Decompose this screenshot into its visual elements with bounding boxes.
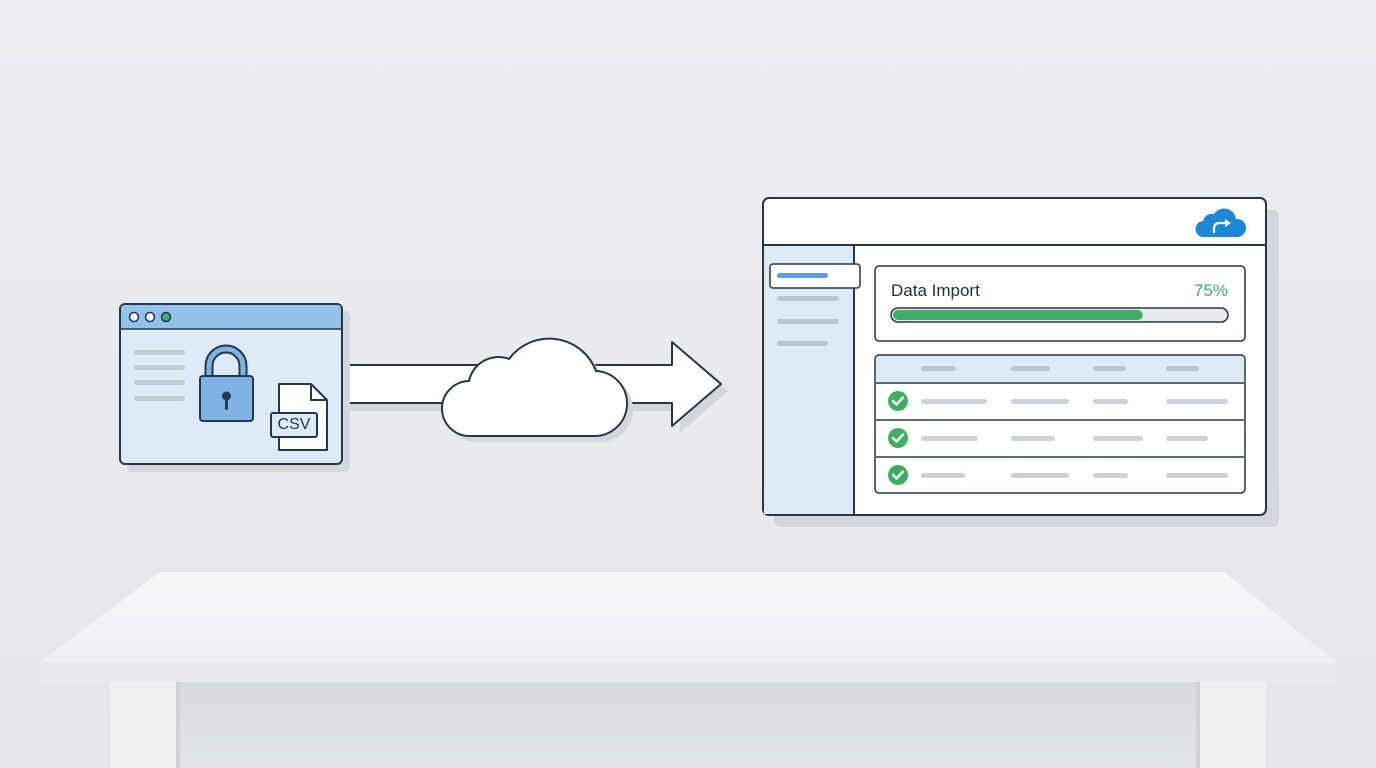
- cloud-icon: [441, 337, 634, 443]
- import-percent: 75%: [1193, 281, 1228, 300]
- sidebar: [764, 246, 861, 514]
- source-window: [119, 303, 350, 472]
- sidebar-item[interactable]: [777, 296, 839, 301]
- results-table: [874, 354, 1246, 494]
- check-circle-icon: [888, 428, 908, 448]
- window-dot-icon: [160, 311, 172, 323]
- desk: [40, 572, 1336, 768]
- sidebar-item[interactable]: [777, 341, 828, 346]
- import-title: Data Import: [891, 281, 980, 300]
- sidebar-item[interactable]: [777, 319, 839, 324]
- import-card: [874, 265, 1246, 342]
- check-circle-icon: [888, 391, 908, 411]
- illustration-scene: [40, 197, 1336, 768]
- window-dot-icon: [144, 311, 156, 323]
- check-circle-icon: [888, 465, 908, 485]
- window-dot-icon: [128, 311, 140, 323]
- progress-fill: [893, 310, 1143, 320]
- csv-badge-label: CSV: [277, 416, 311, 433]
- app-window: [762, 197, 1279, 527]
